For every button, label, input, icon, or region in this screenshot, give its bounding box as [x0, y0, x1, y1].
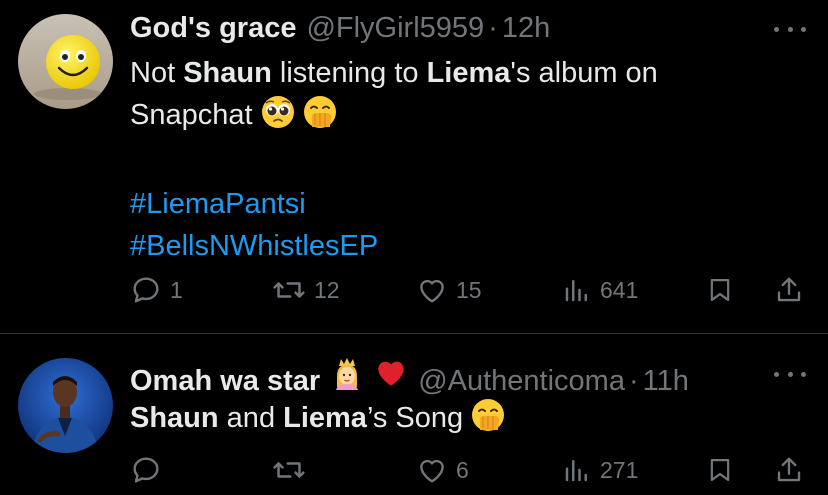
views-button[interactable]: 271: [562, 450, 638, 490]
bookmark-icon: [710, 278, 730, 302]
more-options-icon[interactable]: [774, 364, 806, 384]
mention-bold: Shaun: [130, 402, 219, 434]
repost-button[interactable]: [272, 450, 314, 490]
man-in-suit-avatar-image: [18, 358, 113, 453]
like-count: 15: [456, 276, 482, 303]
more-options-icon[interactable]: [774, 19, 806, 39]
like-count: 6: [456, 456, 469, 483]
repost-icon: [273, 282, 305, 298]
red-heart-icon: [374, 356, 408, 398]
heart-icon: [420, 279, 444, 303]
tweet-text: Not Shaun listening to Liema's album on …: [130, 52, 658, 267]
tweet-header: Omah wa star @Authenticoma · 11h: [130, 356, 689, 398]
reply-count: 1: [170, 276, 183, 303]
share-icon: [777, 457, 801, 482]
timestamp[interactable]: 11h: [643, 364, 689, 398]
reply-button[interactable]: [130, 450, 170, 490]
mention-bold: Liema: [283, 402, 367, 434]
display-name[interactable]: God's grace: [130, 11, 296, 45]
like-button[interactable]: 6: [416, 450, 469, 490]
like-button[interactable]: 15: [416, 270, 482, 310]
share-button[interactable]: [774, 450, 804, 490]
views-button[interactable]: 641: [562, 270, 638, 310]
face-with-hand-over-mouth-icon: [303, 95, 337, 141]
analytics-icon: [565, 460, 587, 482]
tweet-line: Shaun and Liema’s Song: [130, 397, 505, 444]
mention-bold: Liema: [426, 57, 511, 89]
pleading-face-icon: [261, 95, 295, 141]
tweet[interactable]: God's grace @FlyGirl5959 · 12h Not Shaun…: [0, 0, 828, 333]
bookmark-button[interactable]: [706, 450, 734, 490]
separator-dot: ·: [628, 365, 639, 397]
bookmark-icon: [710, 458, 730, 482]
action-bar: 6 271: [130, 450, 810, 490]
user-handle[interactable]: @FlyGirl5959: [306, 11, 484, 45]
tweet-header: God's grace @FlyGirl5959 · 12h: [130, 11, 550, 45]
view-count: 271: [600, 456, 639, 483]
bookmark-button[interactable]: [706, 270, 734, 310]
tweet-text: Shaun and Liema’s Song: [130, 397, 505, 444]
repost-count: 12: [314, 276, 340, 303]
smiley-ball-avatar-image: [18, 14, 113, 109]
avatar[interactable]: [18, 14, 113, 109]
avatar[interactable]: [18, 358, 113, 453]
share-button[interactable]: [774, 270, 804, 310]
tweet-line: Snapchat: [130, 94, 658, 141]
reply-button[interactable]: 1: [130, 270, 183, 310]
timestamp[interactable]: 12h: [502, 11, 550, 45]
repost-button[interactable]: 12: [272, 270, 340, 310]
view-count: 641: [600, 276, 639, 303]
hashtag-link[interactable]: #LiemaPantsi: [130, 183, 658, 225]
heart-icon: [420, 459, 444, 483]
reply-icon: [133, 457, 159, 483]
hashtag-link[interactable]: #BellsNWhistlesEP: [130, 225, 658, 267]
share-icon: [777, 277, 801, 302]
separator-dot: ·: [488, 12, 498, 44]
action-bar: 1 12 15 641: [130, 270, 810, 310]
user-handle[interactable]: @Authenticoma: [418, 364, 625, 398]
tweet[interactable]: Omah wa star @Authenticoma · 11h Shaun a…: [0, 334, 828, 495]
tweet-line: Not Shaun listening to Liema's album on: [130, 57, 658, 89]
mention-bold: Shaun: [183, 57, 272, 89]
display-name[interactable]: Omah wa star: [130, 364, 320, 398]
analytics-icon: [565, 280, 587, 302]
reply-icon: [133, 277, 159, 303]
repost-icon: [273, 462, 305, 478]
princess-icon: [330, 356, 364, 398]
face-with-hand-over-mouth-icon: [471, 398, 505, 444]
